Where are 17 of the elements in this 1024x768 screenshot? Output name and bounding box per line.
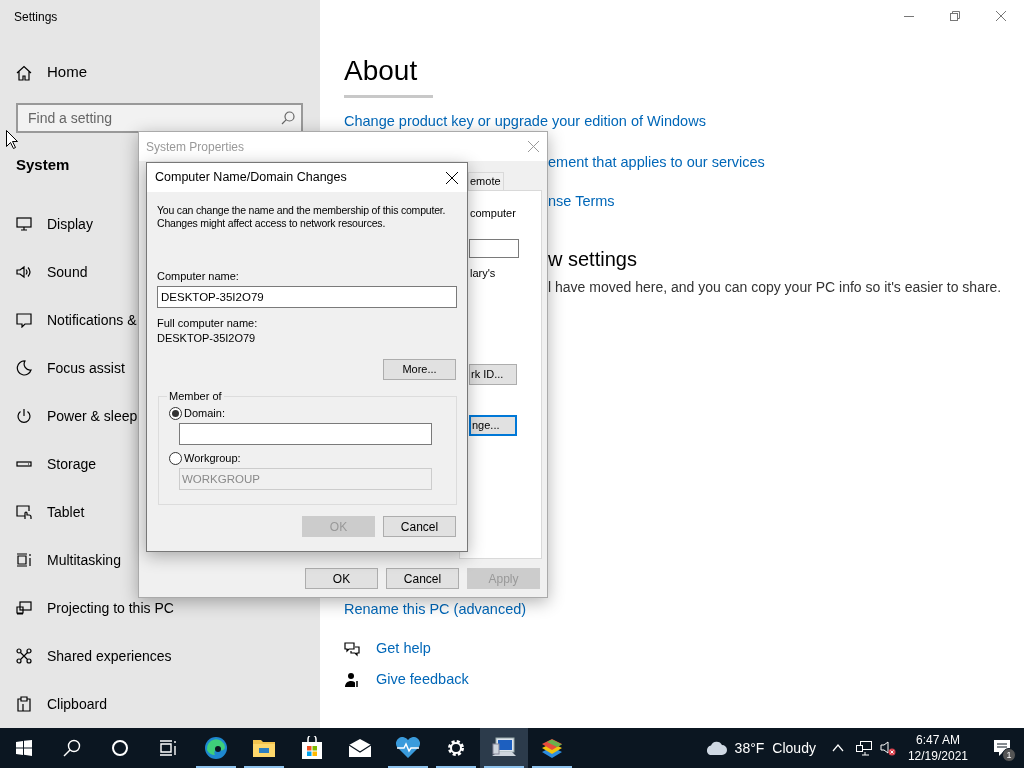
description-text: l have moved here, and you can copy your PC info so it's easier to share. xyxy=(548,278,1002,297)
description-text: You can change the name and the membership of this computer. Changes might affect access to network resources. xyxy=(157,204,447,230)
field-label: Full computer name: xyxy=(157,317,258,330)
dialog-title: System Properties xyxy=(146,138,245,156)
dialog-title: Computer Name/Domain Changes xyxy=(155,169,347,187)
full-name-value: DESKTOP-35I2O79 xyxy=(157,332,256,345)
field-label: Computer name: xyxy=(157,270,239,283)
group-label: Member of xyxy=(168,389,223,404)
label-text: lary's xyxy=(470,266,496,280)
page-heading: About xyxy=(344,54,418,88)
radio-label: Domain: xyxy=(184,406,225,420)
notification-count-badge: 1 xyxy=(1002,748,1016,762)
label-text: computer xyxy=(470,206,516,220)
radio-label: Workgroup: xyxy=(184,451,241,465)
section-heading: System xyxy=(16,155,70,175)
window-title: Settings xyxy=(14,9,58,25)
section-heading: w settings xyxy=(548,247,637,272)
